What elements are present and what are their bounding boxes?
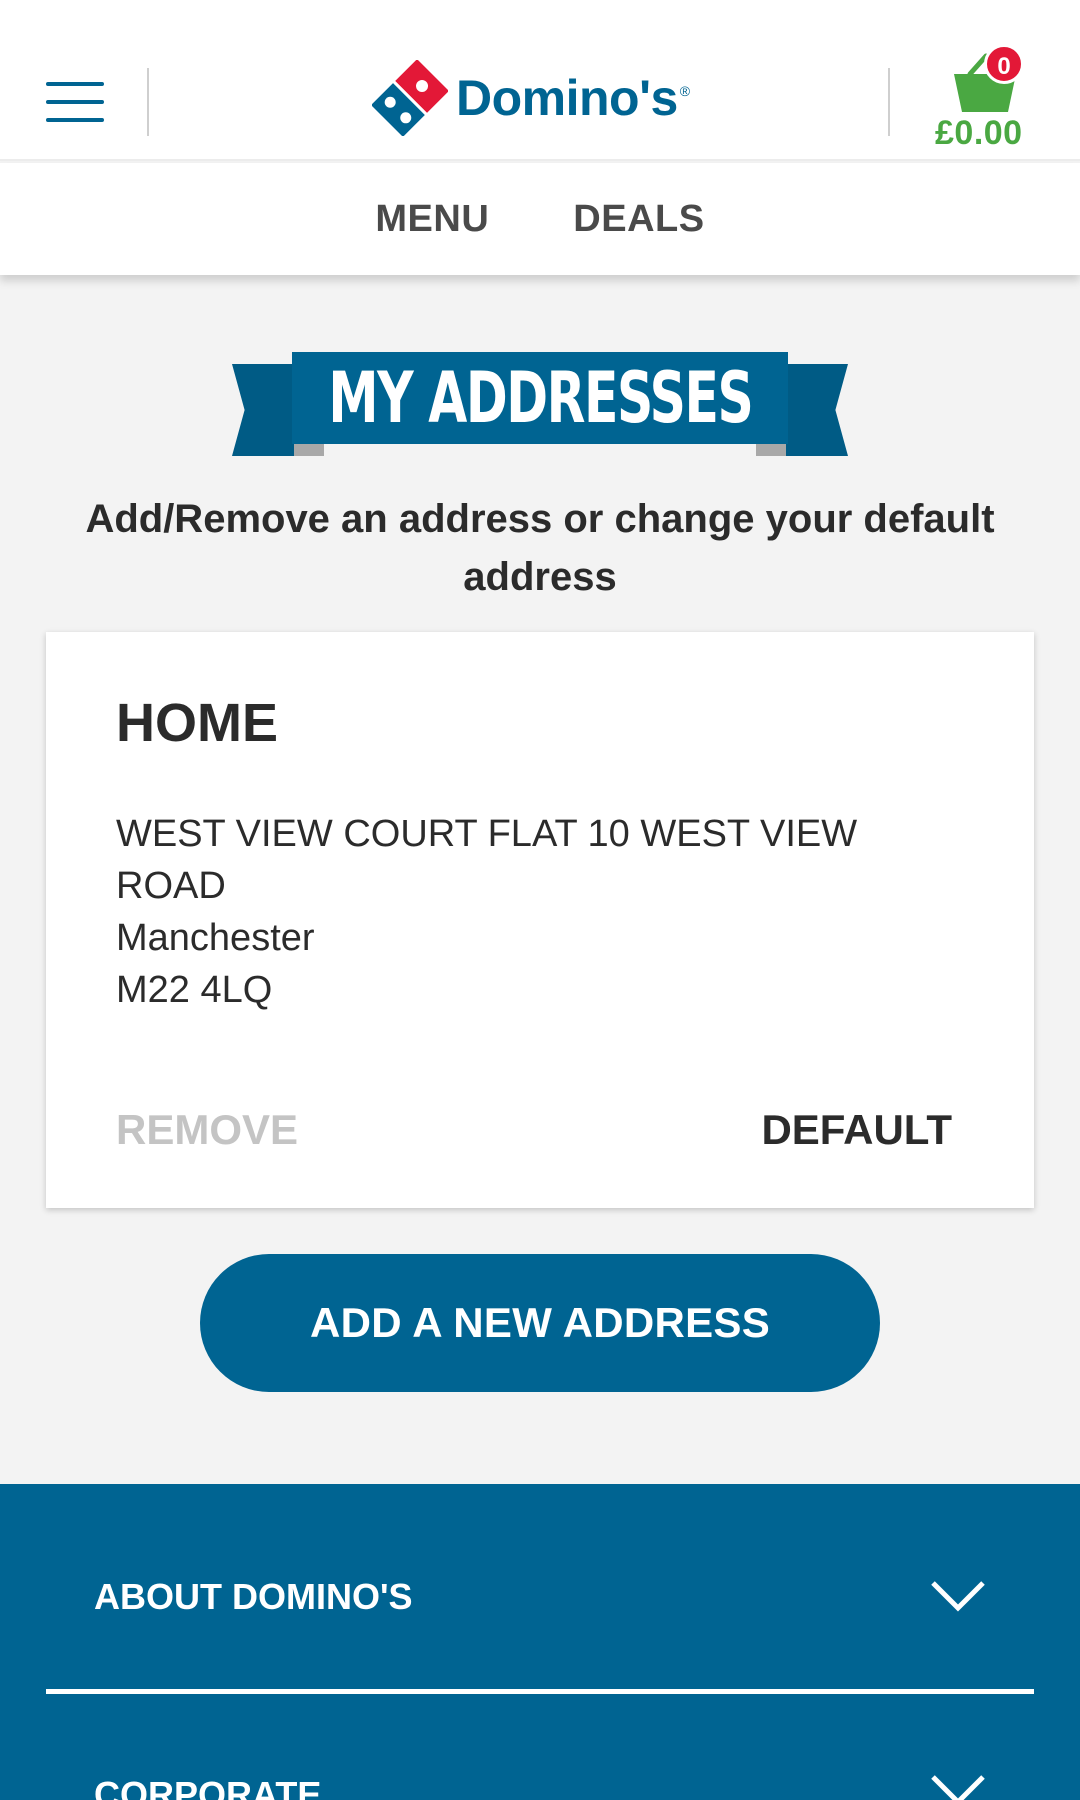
footer-section-corporate[interactable]: CORPORATE [46,1774,1034,1800]
page-subtitle: Add/Remove an address or change your def… [85,497,995,599]
dominos-logo-icon [372,60,448,136]
main-nav: MENU DEALS [0,163,1080,275]
footer-section-about[interactable]: ABOUT DOMINO'S [46,1564,1034,1694]
brand-name: Domino's [456,70,678,126]
add-new-address-button[interactable]: ADD A NEW ADDRESS [200,1254,880,1392]
default-address-button[interactable]: DEFAULT [761,1106,952,1154]
basket-count-badge: 0 [984,44,1024,84]
footer-section-label: CORPORATE [94,1774,322,1800]
address-postcode: M22 4LQ [116,969,273,1011]
address-name: HOME [116,693,278,753]
basket-button[interactable]: 0 £0.00 [930,44,1050,154]
address-card: HOME WEST VIEW COURT FLAT 10 WEST VIEW R… [46,632,1034,1208]
header-divider [888,68,890,136]
chevron-down-icon [931,1775,985,1800]
address-city: Manchester [116,917,315,959]
brand-logo[interactable]: Domino's ® [372,60,690,136]
nav-menu-link[interactable]: MENU [375,198,489,241]
page-title: MY ADDRESSES [328,357,753,439]
header-divider [147,68,149,136]
hamburger-menu-icon[interactable] [46,82,104,122]
address-line: WEST VIEW COURT FLAT 10 WEST VIEW ROAD [116,813,858,907]
nav-deals-link[interactable]: DEALS [573,198,704,241]
app-header: Domino's ® 0 £0.00 [0,0,1080,161]
footer-section-label: ABOUT DOMINO'S [94,1576,413,1617]
address-details: WEST VIEW COURT FLAT 10 WEST VIEW ROAD M… [116,808,936,1016]
chevron-down-icon [931,1581,985,1612]
remove-address-button[interactable]: REMOVE [116,1106,298,1154]
registered-mark: ® [679,83,691,99]
basket-total: £0.00 [935,114,1023,152]
site-footer: ABOUT DOMINO'S CORPORATE [0,1484,1080,1800]
page-title-banner: MY ADDRESSES [232,352,848,456]
